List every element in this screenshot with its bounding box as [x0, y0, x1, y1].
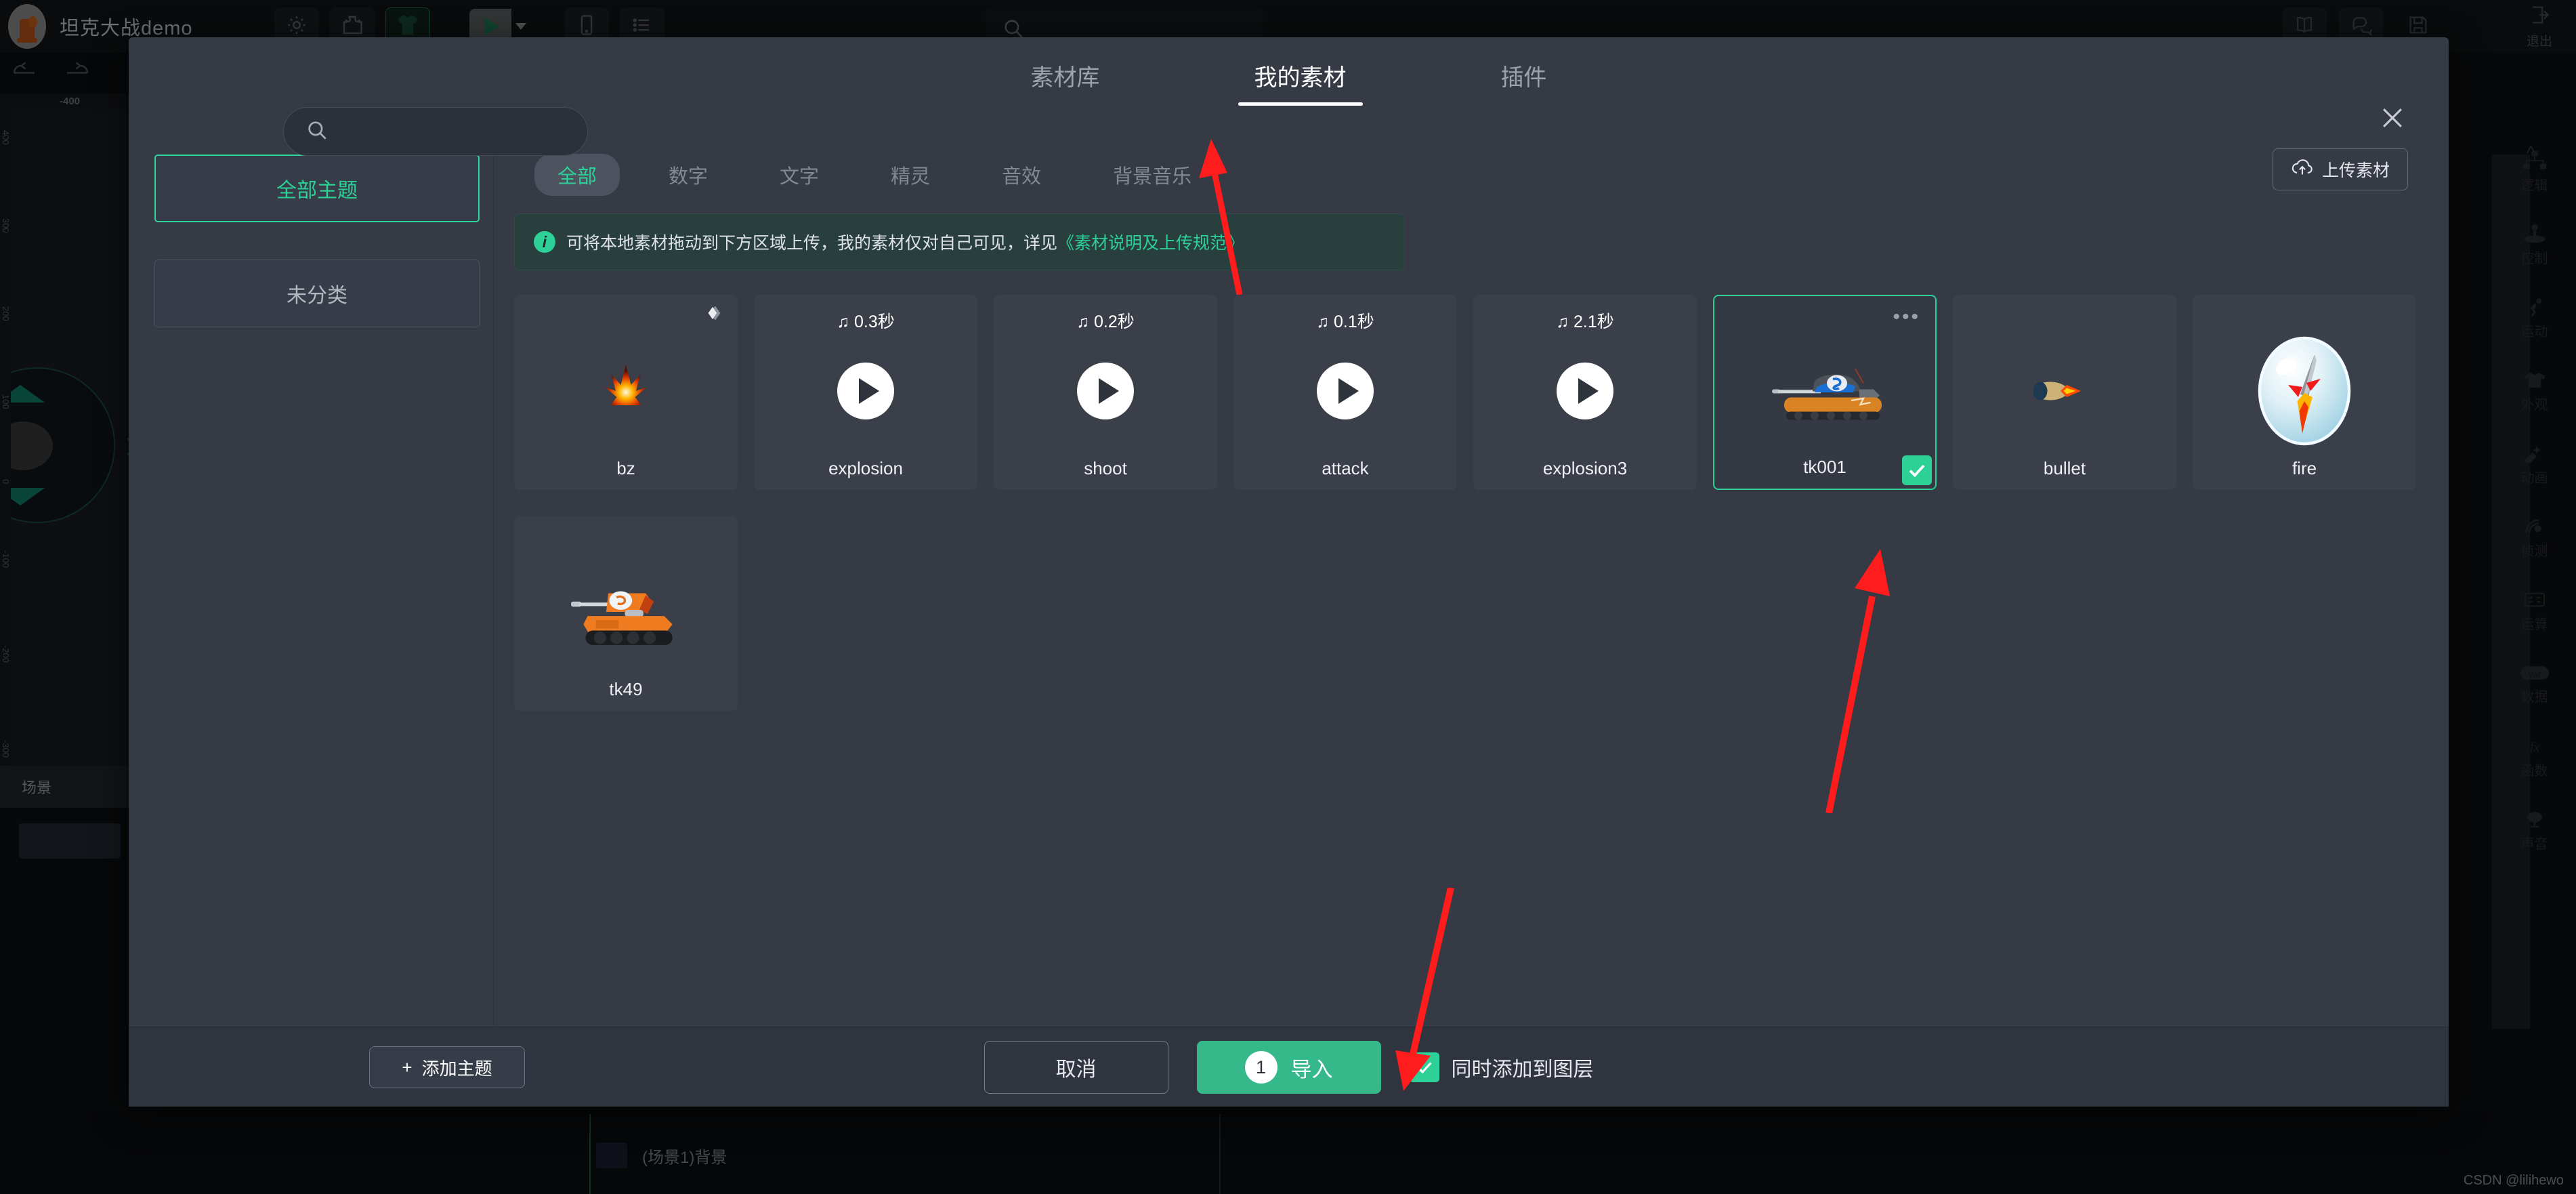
- asset-content: 全部 数字 文字 精灵 音效 背景音乐 上传素材 i 可将本地素材拖动到下方区域: [493, 132, 2449, 1052]
- upload-asset-button[interactable]: 上传素材: [2273, 148, 2408, 190]
- play-preview-button[interactable]: [1557, 363, 1613, 419]
- asset-thumbnail: [754, 330, 977, 452]
- asset-search-box[interactable]: [283, 107, 588, 156]
- music-note-icon: ♫: [1076, 312, 1090, 331]
- selected-check-badge[interactable]: [1902, 455, 1932, 485]
- duration-text: 0.1秒: [1333, 312, 1374, 331]
- add-to-layer-checkbox[interactable]: 同时添加到图层: [1409, 1052, 1594, 1082]
- asset-name: bullet: [2043, 458, 2086, 478]
- asset-duration: ♫ 0.1秒: [1233, 308, 1457, 333]
- filter-chip-sprite[interactable]: 精灵: [868, 154, 953, 196]
- asset-name: fire: [2292, 458, 2317, 478]
- asset-thumbnail: [994, 330, 1217, 452]
- import-count-badge: 1: [1244, 1051, 1278, 1084]
- asset-name: explosion: [828, 458, 903, 478]
- info-banner-text: 可将本地素材拖动到下方区域上传，我的素材仅对自己可见，详见: [566, 234, 1058, 253]
- info-banner: i 可将本地素材拖动到下方区域上传，我的素材仅对自己可见，详见 《素材说明及上传…: [514, 213, 1405, 270]
- close-icon: [2378, 103, 2407, 136]
- music-note-icon: ♫: [1556, 312, 1569, 331]
- modal-body: 全部主题 未分类 全部 数字 文字 精灵 音效 背景音乐 上传素材 i 可将本地…: [129, 132, 2449, 1052]
- add-to-layer-label: 同时添加到图层: [1451, 1058, 1594, 1081]
- asset-card[interactable]: ♫ 2.1秒 explosion3: [1473, 295, 1697, 490]
- asset-name: shoot: [1084, 458, 1127, 478]
- footer-actions: 取消 1 导入 同时添加到图层: [129, 1027, 2449, 1107]
- asset-name: explosion3: [1542, 458, 1628, 478]
- filter-chip-text[interactable]: 文字: [757, 154, 842, 196]
- tab-my-assets[interactable]: 我的素材: [1238, 59, 1363, 111]
- asset-library-modal: 素材库 我的素材 插件 全部主题 未分类 全部 数字 文字 精灵 音效 背景音乐…: [129, 37, 2449, 1107]
- cancel-button[interactable]: 取消: [984, 1041, 1168, 1094]
- play-preview-button[interactable]: [837, 363, 894, 419]
- modal-footer: + 添加主题 取消 1 导入 同时添加到图层: [129, 1027, 2449, 1107]
- music-note-icon: ♫: [1316, 312, 1330, 331]
- upload-asset-label: 上传素材: [2321, 161, 2390, 180]
- asset-type-filters: 全部 数字 文字 精灵 音效 背景音乐: [534, 154, 1215, 196]
- asset-thumbnail: [2193, 330, 2416, 452]
- asset-card[interactable]: ♫ 0.3秒 explosion: [754, 295, 977, 490]
- import-button[interactable]: 1 导入: [1196, 1041, 1381, 1094]
- asset-card[interactable]: bz: [514, 295, 738, 490]
- filter-chip-all[interactable]: 全部: [534, 154, 620, 196]
- asset-name: tk49: [609, 679, 643, 699]
- asset-grid: bz ♫ 0.3秒 explosion ♫ 0.2秒 shoot ♫ 0.1秒 …: [514, 295, 2546, 711]
- asset-card-selected[interactable]: ••• tk001: [1713, 295, 1937, 490]
- play-preview-button[interactable]: [1317, 363, 1374, 419]
- play-preview-button[interactable]: [1077, 363, 1134, 419]
- asset-thumbnail: [1714, 331, 1935, 453]
- filter-chip-number[interactable]: 数字: [646, 154, 731, 196]
- tab-asset-library[interactable]: 素材库: [1015, 59, 1116, 111]
- more-options-icon[interactable]: •••: [1893, 306, 1920, 329]
- music-note-icon: ♫: [837, 312, 850, 331]
- asset-thumbnail: [1953, 330, 2176, 452]
- asset-duration: ♫ 2.1秒: [1473, 308, 1697, 333]
- asset-duration: ♫ 0.3秒: [754, 308, 977, 333]
- gem-icon: [701, 304, 724, 325]
- theme-item-all[interactable]: 全部主题: [154, 155, 480, 222]
- asset-card[interactable]: fire: [2193, 295, 2416, 490]
- asset-thumbnail: [1233, 330, 1457, 452]
- theme-item-uncategorized[interactable]: 未分类: [154, 260, 480, 327]
- modal-header: 素材库 我的素材 插件: [129, 37, 2449, 156]
- asset-thumbnail: [514, 551, 738, 673]
- asset-card[interactable]: ♫ 0.1秒 attack: [1233, 295, 1457, 490]
- duration-text: 0.2秒: [1093, 312, 1135, 331]
- duration-text: 2.1秒: [1573, 312, 1614, 331]
- filter-chip-sfx[interactable]: 音效: [979, 154, 1064, 196]
- search-icon: [305, 119, 329, 145]
- upload-cloud-icon: [2291, 157, 2314, 182]
- import-label: 导入: [1290, 1057, 1333, 1082]
- asset-thumbnail: [514, 330, 738, 452]
- asset-thumbnail: [1473, 330, 1697, 452]
- asset-card[interactable]: bullet: [1953, 295, 2176, 490]
- asset-card[interactable]: tk49: [514, 516, 738, 711]
- spec-link[interactable]: 《素材说明及上传规范》: [1057, 230, 1244, 254]
- filter-chip-bgm[interactable]: 背景音乐: [1090, 154, 1215, 196]
- asset-card[interactable]: ♫ 0.2秒 shoot: [994, 295, 1217, 490]
- search-input[interactable]: [338, 122, 562, 141]
- asset-duration: ♫ 0.2秒: [994, 308, 1217, 333]
- asset-name: attack: [1322, 458, 1369, 478]
- asset-name: bz: [616, 458, 635, 478]
- info-icon: i: [534, 231, 555, 253]
- tab-plugins[interactable]: 插件: [1485, 59, 1563, 111]
- duration-text: 0.3秒: [853, 312, 895, 331]
- checkbox-checked-icon: [1409, 1052, 1439, 1082]
- theme-sidebar: 全部主题 未分类: [129, 132, 493, 1052]
